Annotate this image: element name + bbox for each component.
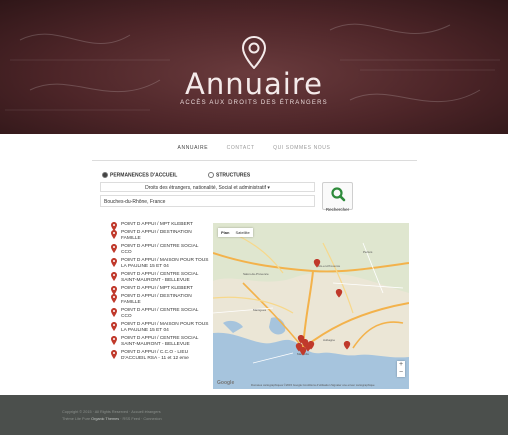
list-item[interactable]: POINT D APPUI / CENTRE SOCIAL CCO [109,243,209,256]
search-icon [330,187,345,202]
list-item[interactable]: POINT D APPUI / MAISON POUR TOUS LA PAUL… [109,257,209,270]
map-tab-satellite[interactable]: Satellite [232,228,252,237]
divider [92,160,417,161]
footer: Copyright © 2015 · All Rights Reserved ·… [0,395,508,435]
list-item-label: POINT D APPUI / CENTRE SOCIAL SAINT-MAUR… [121,271,199,283]
list-item-label: POINT D APPUI / C.C.O - LIEU D'ACCUEIL R… [121,349,189,361]
svg-text:Aubagne: Aubagne [323,338,335,342]
list-item[interactable]: POINT D APPUI / DESTINATION FAMILLE [109,229,209,242]
search-button-label: Rechercher [325,207,350,212]
map-marker-icon [111,349,117,359]
radio-structures[interactable]: STRUCTURES [208,172,250,178]
list-item[interactable]: POINT D APPUI / DESTINATION FAMILLE [109,293,209,306]
footer-theme-prefix: Thème Lite Pure [62,417,91,421]
footer-links: Thème Lite Pure Organic Themes · RSS Fee… [62,417,162,421]
list-item[interactable]: POINT D APPUI / CENTRE SOCIAL CCO [109,307,209,320]
list-item[interactable]: POINT D APPUI / CENTRE SOCIAL SAINT-MAUR… [109,335,209,348]
footer-copyright: Copyright © 2015 · All Rights Reserved ·… [62,410,161,414]
list-item[interactable]: POINT D APPUI / MPT KLEBERT [109,222,209,231]
list-item-label: POINT D APPUI / DESTINATION FAMILLE [121,293,192,305]
map-type-tabs: Plan Satellite [218,228,253,237]
radio-structures-label: STRUCTURES [216,172,251,179]
map-marker-icon [111,257,117,267]
main-nav: ANNUAIRE CONTACT QUI SOMMES NOUS [0,134,508,161]
map-marker-icon [111,293,117,303]
list-item-label: POINT D APPUI / CENTRE SOCIAL SAINT-MAUR… [121,335,199,347]
list-item-label: POINT D APPUI / CENTRE SOCIAL CCO [121,243,199,255]
list-item-label: POINT D APPUI / CENTRE SOCIAL CCO [121,307,199,319]
site-title[interactable]: Annuaire [0,69,508,99]
list-item[interactable]: POINT D APPUI / MAISON POUR TOUS LA PAUL… [109,321,209,334]
list-item-label: POINT D APPUI / MAISON POUR TOUS LA PAUL… [121,321,209,333]
nav-annuaire[interactable]: ANNUAIRE [178,145,209,151]
zoom-control: + − [397,361,405,377]
svg-text:Martigues: Martigues [253,308,267,312]
map-tab-plan[interactable]: Plan [218,228,232,237]
map-marker-icon [111,271,117,281]
results-list: POINT D APPUI / MPT KLEBERT POINT D APPU… [109,222,209,364]
footer-link-rss[interactable]: RSS Feed [123,417,141,421]
footer-link-login[interactable]: Connexion [143,417,161,421]
map-marker-icon [111,321,117,331]
radio-dot-selected[interactable] [102,172,108,178]
map-attribution[interactable]: Données cartographiques ©2015 Google Con… [251,383,375,387]
map-marker-icon [111,243,117,253]
svg-text:Salon-de-Provence: Salon-de-Provence [243,272,269,276]
location-pin-icon [242,36,266,69]
list-item-label: POINT D APPUI / MAISON POUR TOUS LA PAUL… [121,257,209,269]
map-marker-icon [111,307,117,317]
nav-contact[interactable]: CONTACT [227,145,255,151]
category-select[interactable]: Droits des étrangers, nationalité, Socia… [100,182,315,192]
nav-qui-sommes-nous[interactable]: QUI SOMMES NOUS [273,145,330,151]
radio-permanences-label: PERMANENCES D'ACCUEIL [110,172,178,179]
svg-text:Pertuis: Pertuis [363,250,373,254]
map-marker-icon [111,229,117,239]
map-marker-icon [111,335,117,345]
svg-text:Aix-en-Provence: Aix-en-Provence [318,264,341,268]
footer-link-theme[interactable]: Organic Themes [91,417,119,421]
list-item[interactable]: POINT D APPUI / MPT KLEBERT [109,285,209,295]
site-subtitle: ACCÈS AUX DROITS DES ÉTRANGERS [180,100,328,106]
zoom-out-button[interactable]: − [397,369,405,377]
radio-dot[interactable] [208,172,214,178]
radio-permanences[interactable]: PERMANENCES D'ACCUEIL [102,172,177,178]
hero-banner: Annuaire ACCÈS AUX DROITS DES ÉTRANGERS [0,0,508,134]
address-input[interactable]: Bouches-du-Rhône, France [100,195,315,207]
search-form: PERMANENCES D'ACCUEIL STRUCTURES Droits … [100,172,360,214]
list-item-label: POINT D APPUI / MPT KLEBERT [121,222,193,227]
list-item-label: POINT D APPUI / MPT KLEBERT [121,285,193,291]
map-canvas[interactable]: Aix-en-Provence Salon-de-Provence Aubagn… [213,223,409,389]
list-item-label: POINT D APPUI / DESTINATION FAMILLE [121,229,192,241]
google-map[interactable]: Aix-en-Provence Salon-de-Provence Aubagn… [213,223,409,389]
search-button[interactable]: Rechercher [322,182,353,212]
list-item[interactable]: POINT D APPUI / CENTRE SOCIAL SAINT-MAUR… [109,271,209,284]
list-item[interactable]: POINT D APPUI / C.C.O - LIEU D'ACCUEIL R… [109,349,209,362]
zoom-in-button[interactable]: + [397,361,405,369]
google-logo[interactable]: Google [217,380,234,386]
